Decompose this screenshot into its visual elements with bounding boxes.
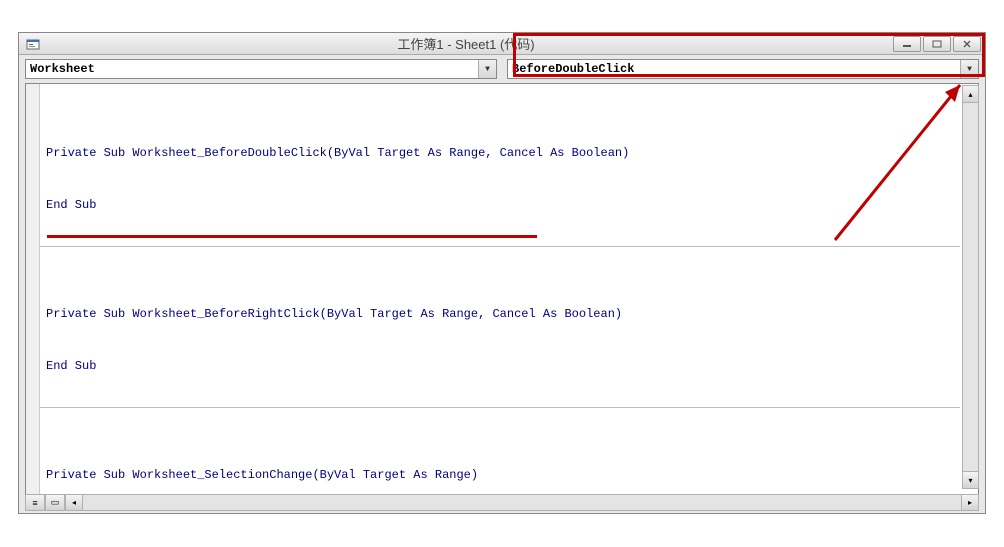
scroll-right-button[interactable]: ▸: [961, 495, 978, 510]
procedure-view-button[interactable]: ≡: [25, 494, 45, 511]
minimize-button[interactable]: [893, 36, 921, 52]
horizontal-scrollbar[interactable]: ◂ ▸: [65, 494, 979, 511]
module-icon: [25, 36, 41, 52]
code-content[interactable]: Private Sub Worksheet_BeforeDoubleClick(…: [40, 86, 960, 495]
chevron-down-icon[interactable]: ▼: [478, 60, 496, 78]
code-line: Private Sub Worksheet_BeforeDoubleClick(…: [46, 146, 954, 160]
procedure-dropdown[interactable]: BeforeDoubleClick ▼: [507, 59, 979, 79]
code-line: End Sub: [46, 198, 954, 212]
scroll-left-button[interactable]: ◂: [66, 495, 83, 510]
code-window: 工作簿1 - Sheet1 (代码) Worksheet ▼ BeforeDou…: [18, 32, 986, 514]
object-dropdown-value: Worksheet: [26, 62, 478, 76]
window-title: 工作簿1 - Sheet1 (代码): [41, 34, 891, 53]
code-pane[interactable]: Private Sub Worksheet_BeforeDoubleClick(…: [25, 83, 979, 495]
vertical-scrollbar[interactable]: ▴ ▾: [962, 85, 979, 489]
code-line: Private Sub Worksheet_BeforeRightClick(B…: [46, 307, 954, 321]
code-block: Private Sub Worksheet_SelectionChange(By…: [40, 436, 960, 495]
code-block: Private Sub Worksheet_BeforeDoubleClick(…: [40, 114, 960, 247]
margin-gutter: [26, 84, 40, 494]
code-block: Private Sub Worksheet_BeforeRightClick(B…: [40, 275, 960, 408]
close-button[interactable]: [953, 36, 981, 52]
code-line: Private Sub Worksheet_SelectionChange(By…: [46, 468, 954, 482]
titlebar[interactable]: 工作簿1 - Sheet1 (代码): [19, 33, 985, 55]
dropdowns-row: Worksheet ▼ BeforeDoubleClick ▼: [19, 55, 985, 83]
maximize-button[interactable]: [923, 36, 951, 52]
window-controls: [891, 36, 981, 52]
full-module-view-button[interactable]: ▭: [45, 494, 65, 511]
bottom-bar: ≡ ▭ ◂ ▸: [25, 494, 979, 511]
scroll-down-button[interactable]: ▾: [963, 471, 978, 488]
scroll-up-button[interactable]: ▴: [963, 86, 978, 103]
chevron-down-icon[interactable]: ▼: [960, 60, 978, 78]
code-line: End Sub: [46, 359, 954, 373]
procedure-dropdown-value: BeforeDoubleClick: [508, 62, 960, 76]
object-dropdown[interactable]: Worksheet ▼: [25, 59, 497, 79]
